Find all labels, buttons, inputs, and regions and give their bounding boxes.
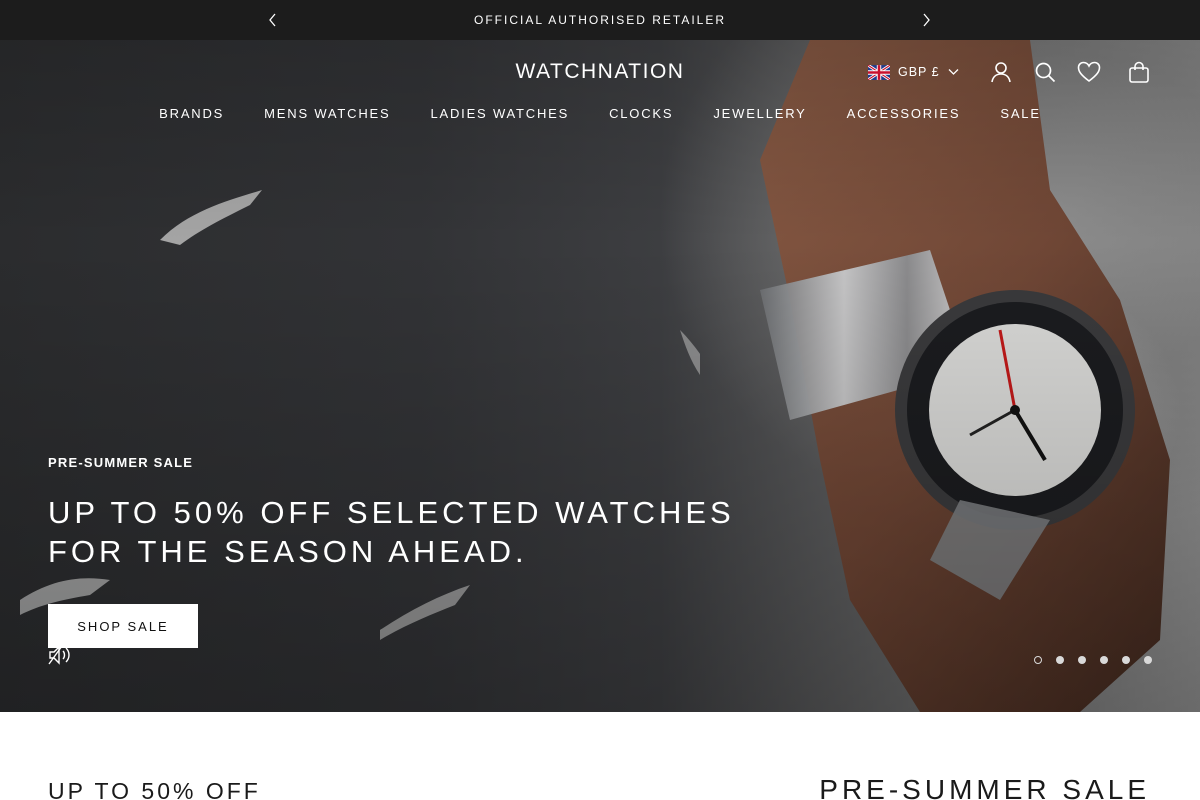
- nav-item-mens-watches[interactable]: MENS WATCHES: [264, 104, 390, 123]
- hero-headline: UP TO 50% OFF SELECTED WATCHES FOR THE S…: [48, 493, 808, 571]
- section-heading-right: PRE-SUMMER SALE: [819, 774, 1150, 800]
- nav-item-sale[interactable]: SALE: [1000, 104, 1040, 123]
- wishlist-button[interactable]: [1077, 60, 1101, 84]
- nav-item-jewellery[interactable]: JEWELLERY: [713, 104, 806, 123]
- slide-dot-5[interactable]: [1122, 656, 1130, 664]
- nav-item-clocks[interactable]: CLOCKS: [609, 104, 673, 123]
- speaker-muted-icon: [48, 645, 70, 665]
- cart-button[interactable]: [1127, 60, 1151, 84]
- hero-headline-line-1: UP TO 50% OFF SELECTED WATCHES: [48, 495, 735, 530]
- header-tools: GBP £: [868, 58, 1151, 86]
- nav-item-accessories[interactable]: ACCESSORIES: [847, 104, 961, 123]
- chevron-down-icon: [948, 69, 959, 75]
- hero-headline-line-2: FOR THE SEASON AHEAD.: [48, 534, 528, 569]
- slide-pagination: [1034, 656, 1152, 664]
- main-navigation: BRANDS MENS WATCHES LADIES WATCHES CLOCK…: [0, 104, 1200, 123]
- nav-item-ladies-watches[interactable]: LADIES WATCHES: [430, 104, 569, 123]
- search-button[interactable]: [1033, 60, 1057, 84]
- uk-flag-icon: [868, 64, 890, 80]
- announcement-next-button[interactable]: [906, 0, 946, 40]
- section-heading-left: UP TO 50% OFF: [48, 778, 261, 800]
- announcement-text: OFFICIAL AUTHORISED RETAILER: [473, 13, 727, 27]
- slide-dot-3[interactable]: [1078, 656, 1086, 664]
- account-button[interactable]: [989, 60, 1013, 84]
- shopping-bag-icon: [1128, 61, 1149, 83]
- account-icon: [990, 62, 1011, 83]
- nav-item-brands[interactable]: BRANDS: [159, 104, 224, 123]
- announcement-bar: OFFICIAL AUTHORISED RETAILER: [0, 0, 1200, 40]
- currency-label: GBP £: [898, 65, 940, 79]
- chevron-left-icon: [269, 13, 276, 27]
- search-icon: [1035, 62, 1055, 83]
- sound-toggle-button[interactable]: [48, 644, 76, 666]
- slide-dot-1[interactable]: [1034, 656, 1042, 664]
- hero-eyebrow: PRE-SUMMER SALE: [48, 455, 194, 470]
- chevron-right-icon: [923, 13, 930, 27]
- announcement-prev-button[interactable]: [253, 0, 293, 40]
- slide-dot-6[interactable]: [1144, 656, 1152, 664]
- wishlist-heart-icon: [1077, 61, 1100, 83]
- shop-sale-button[interactable]: SHOP SALE: [48, 604, 198, 648]
- currency-selector[interactable]: GBP £: [868, 64, 959, 80]
- slide-dot-2[interactable]: [1056, 656, 1064, 664]
- slide-dot-4[interactable]: [1100, 656, 1108, 664]
